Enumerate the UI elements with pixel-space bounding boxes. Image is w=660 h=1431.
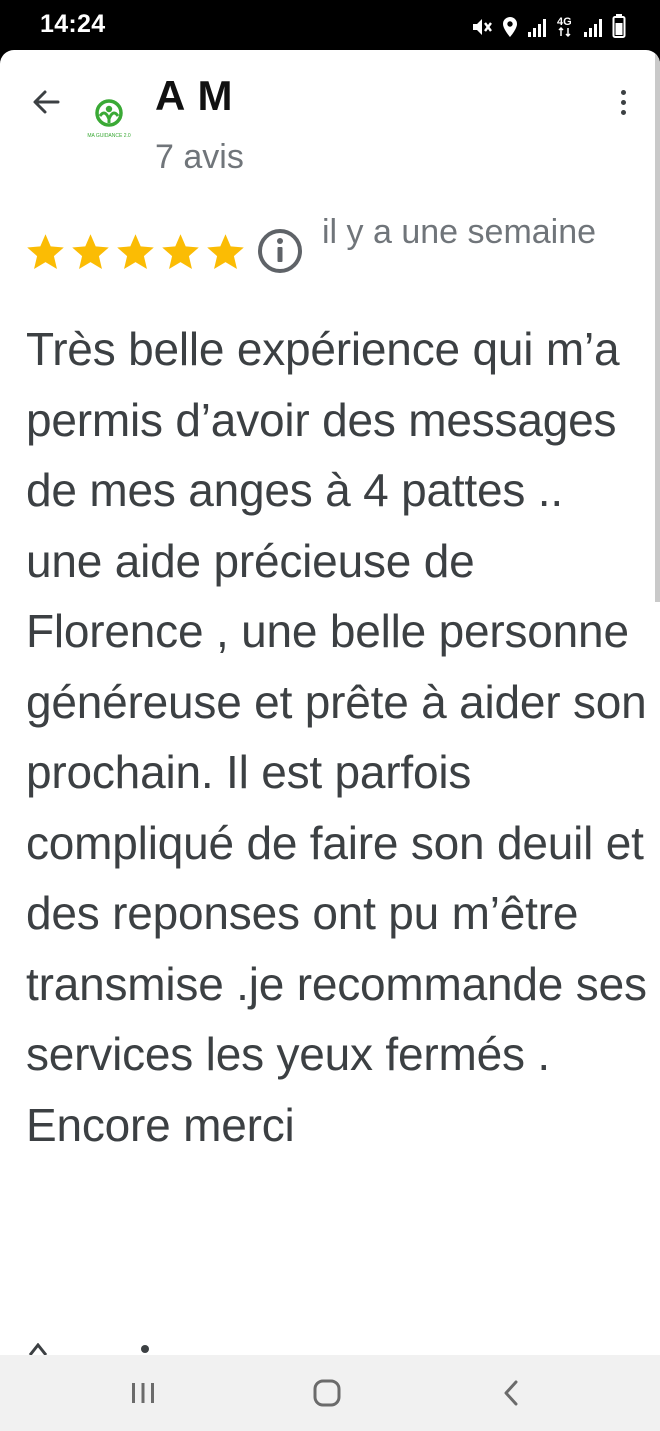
info-button[interactable] [255,226,305,276]
location-icon [503,17,517,37]
star-icon [117,233,154,269]
battery-icon [612,14,626,38]
review-sheet: MA GUIDANCE 2.0 A M 7 avis il y a une se… [0,50,660,1355]
star-rating [24,231,247,274]
leaf-logo-icon: MA GUIDANCE 2.0 [87,99,131,139]
status-icons: 4G [471,12,626,38]
navigation-bar [0,1355,660,1431]
recents-icon [132,1383,154,1403]
scroll-indicator[interactable] [655,50,660,602]
star-icon [162,233,199,269]
star-icon [207,233,244,269]
share-icon[interactable] [130,1343,160,1355]
arrow-left-icon [33,90,60,114]
avatar-text: MA GUIDANCE 2.0 [87,133,131,139]
home-icon [313,1379,341,1407]
review-count: 7 avis [155,138,244,176]
review-text: Très belle expérience qui m’a permis d’a… [26,323,647,1151]
review-time: il y a une semaine [322,213,597,251]
reviewer-name[interactable]: A M [155,72,233,120]
recents-button[interactable] [113,1369,173,1417]
more-vertical-dot [620,99,626,105]
more-vertical-icon [620,89,626,95]
more-options-button[interactable] [608,80,638,124]
star-icon [27,233,64,269]
avatar[interactable]: MA GUIDANCE 2.0 [86,96,132,142]
review-actions-peek [26,1343,186,1355]
mute-icon [473,19,492,35]
status-bar: 14:24 4G [0,0,660,50]
more-vertical-dot [620,109,626,115]
status-time: 14:24 [40,10,106,38]
signal-icon [528,19,546,37]
network-4g-icon: 4G [557,16,572,38]
home-button[interactable] [297,1369,357,1417]
info-icon [258,229,302,273]
svg-text:4G: 4G [557,16,572,28]
thumb-up-icon[interactable] [26,1343,66,1355]
back-button[interactable] [24,80,68,124]
rating-row [24,228,247,276]
system-back-button[interactable] [482,1369,542,1417]
back-icon [504,1380,518,1406]
signal-icon [584,19,602,37]
star-icon [72,233,109,269]
